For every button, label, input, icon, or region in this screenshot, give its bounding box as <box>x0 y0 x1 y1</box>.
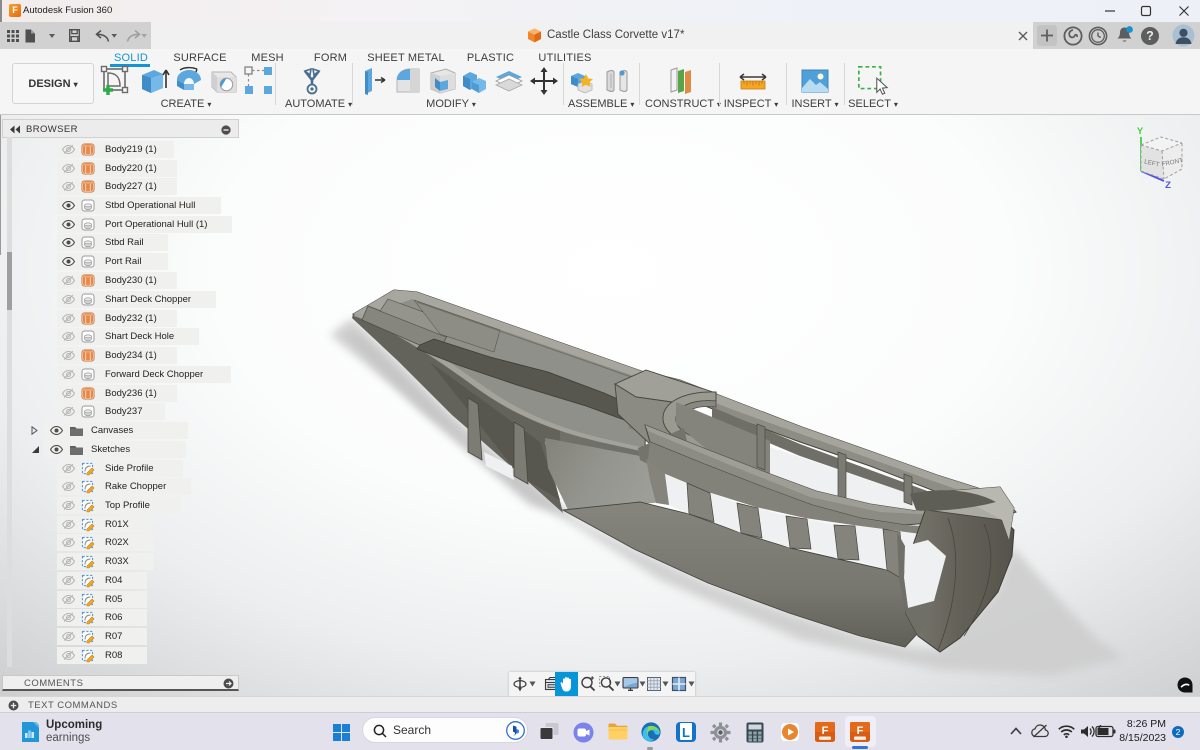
svg-text:F: F <box>857 725 864 737</box>
svg-text:?: ? <box>1146 29 1154 43</box>
svg-text:Y: Y <box>1137 126 1144 137</box>
svg-text:Z: Z <box>1165 180 1171 191</box>
svg-text:F: F <box>822 725 829 737</box>
